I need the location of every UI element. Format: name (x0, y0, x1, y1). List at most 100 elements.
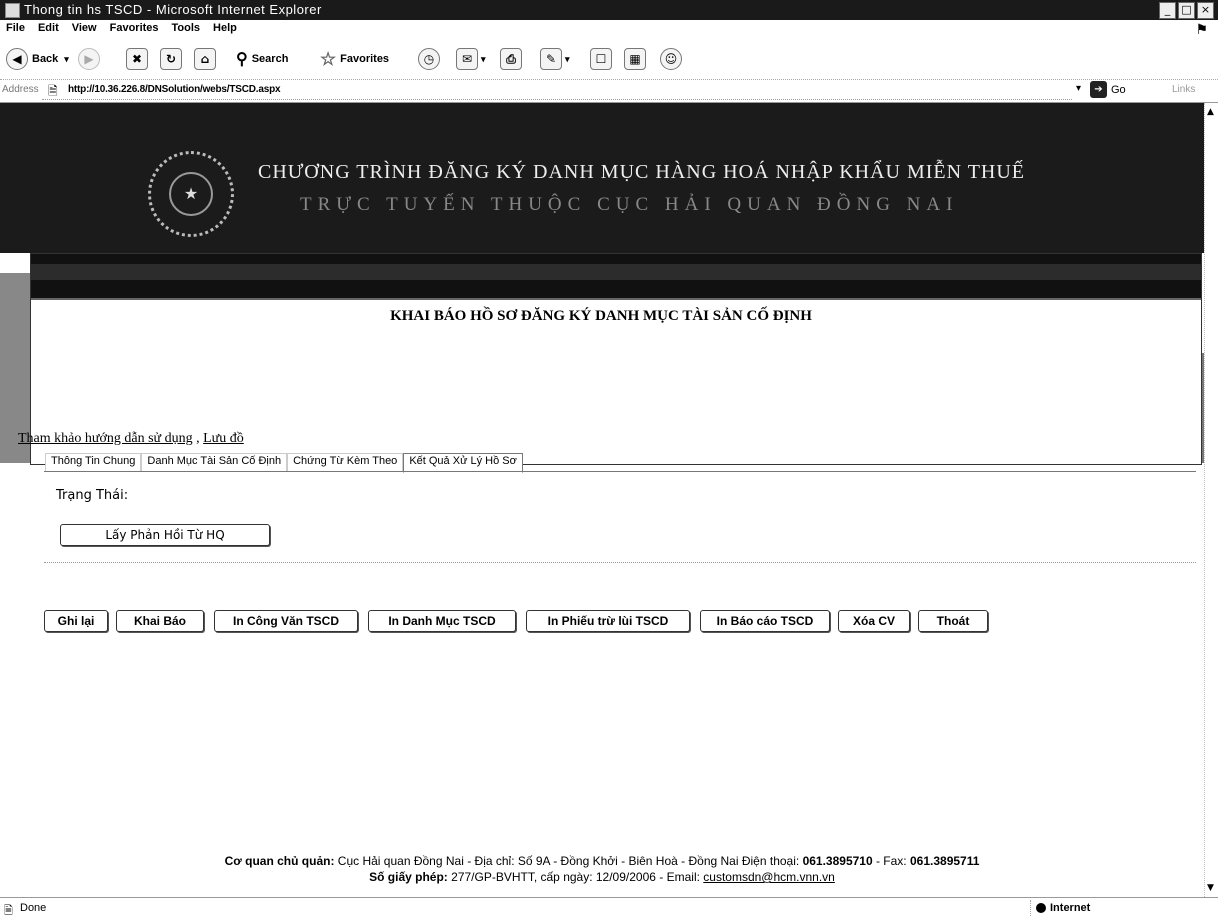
search-button[interactable]: ⚲ Search (236, 47, 288, 71)
address-url: http://10.36.226.8/DNSolution/webs/TSCD.… (68, 84, 281, 95)
globe-icon (1036, 903, 1046, 913)
messenger-icon: ☺ (660, 48, 682, 70)
print-letter-button[interactable]: In Công Văn TSCD (214, 610, 358, 632)
declare-button[interactable]: Khai Báo (116, 610, 204, 632)
header-banner: ★ CHƯƠNG TRÌNH ĐĂNG KÝ DANH MỤC HÀNG HOÁ… (0, 103, 1204, 253)
menu-file[interactable]: File (0, 20, 32, 39)
footer-fax-label: - Fax: (872, 854, 910, 868)
footer-line2: Số giấy phép: 277/GP-BVHTT, cấp ngày: 12… (0, 869, 1204, 885)
page-title: KHAI BÁO HỒ SƠ ĐĂNG KÝ DANH MỤC TÀI SẢN … (390, 308, 812, 324)
menu-view[interactable]: View (66, 20, 104, 39)
refresh-button[interactable]: ↻ (160, 47, 182, 71)
address-bar: Address 🗎 http://10.36.226.8/DNSolution/… (0, 80, 1218, 103)
zone-label: Internet (1050, 902, 1091, 914)
close-button[interactable]: × (1197, 2, 1214, 19)
tab-strip: Thông Tin Chung Danh Mục Tài Sản Cố Định… (45, 453, 523, 473)
help-links: Tham khảo hướng dẫn sử dụng , Lưu đồ (18, 431, 244, 447)
customs-emblem-icon: ★ (148, 151, 234, 237)
print-report-button[interactable]: In Báo cáo TSCD (700, 610, 830, 632)
star-icon: ☆ (320, 48, 337, 69)
chevron-down-icon: ▾ (481, 53, 486, 64)
address-input[interactable]: 🗎 http://10.36.226.8/DNSolution/webs/TSC… (42, 81, 1072, 100)
favorites-button[interactable]: ☆ Favorites (320, 47, 389, 71)
window-title-bar: Thong tin hs TSCD - Microsoft Internet E… (0, 0, 1218, 20)
menu-tools[interactable]: Tools (166, 20, 208, 39)
back-label: Back (32, 53, 59, 65)
minimize-button[interactable]: _ (1159, 2, 1176, 19)
window-title: Thong tin hs TSCD - Microsoft Internet E… (24, 2, 322, 17)
history-icon: ◷ (418, 48, 440, 70)
status-text: Done (20, 902, 47, 914)
page-done-icon: 🗎 (4, 905, 13, 917)
user-guide-link[interactable]: Tham khảo hướng dẫn sử dụng (18, 431, 193, 446)
scroll-up-icon[interactable]: ▲ (1207, 107, 1214, 117)
menu-bar: File Edit View Favorites Tools Help ⚑ (0, 20, 1218, 39)
home-button[interactable]: ⌂ (194, 47, 216, 71)
forward-button[interactable]: ▶ (78, 47, 100, 71)
tab-general-info[interactable]: Thông Tin Chung (45, 453, 142, 472)
research-icon: ▦ (624, 48, 646, 70)
go-button[interactable]: ➔ Go (1090, 81, 1126, 98)
stop-button[interactable]: ✖ (126, 47, 148, 71)
footer-email-link[interactable]: customsdn@hcm.vnn.vn (703, 870, 835, 884)
vertical-scrollbar[interactable]: ▲ ▼ (1204, 103, 1218, 897)
toolbar: ◀ Back ▾ ▶ ✖ ↻ ⌂ ⚲ Search ☆ Favorites ◷ … (0, 39, 1218, 80)
menu-favorites[interactable]: Favorites (104, 20, 166, 39)
discuss-icon: ☐ (590, 48, 612, 70)
delete-button[interactable]: Xóa CV (838, 610, 910, 632)
windows-logo-icon: ⚑ (1195, 21, 1208, 37)
print-icon: ⎙ (500, 48, 522, 70)
fetch-response-button[interactable]: Lấy Phản Hồi Từ HQ (60, 524, 270, 546)
search-icon: ⚲ (236, 51, 248, 68)
save-button[interactable]: Ghi lại (44, 610, 108, 632)
mail-icon: ✉ (456, 48, 478, 70)
link-separator: , (192, 431, 204, 446)
flowchart-link[interactable]: Lưu đồ (203, 431, 244, 446)
search-label: Search (251, 53, 289, 65)
footer-license-label: Số giấy phép: (369, 870, 448, 884)
page-viewport: ★ CHƯƠNG TRÌNH ĐĂNG KÝ DANH MỤC HÀNG HOÁ… (0, 103, 1204, 897)
chevron-down-icon: ▾ (565, 53, 570, 64)
back-arrow-icon: ◀ (6, 48, 28, 70)
messenger-button[interactable]: ☺ (660, 47, 682, 71)
forward-arrow-icon: ▶ (78, 48, 100, 70)
print-button[interactable]: ⎙ (500, 47, 522, 71)
favorites-label: Favorites (340, 53, 390, 65)
edit-icon: ✎ (540, 48, 562, 70)
edit-button[interactable]: ✎ ▾ (540, 47, 570, 71)
tab-processing-result[interactable]: Kết Quả Xử Lý Hồ Sơ (403, 453, 523, 473)
refresh-icon: ↻ (160, 48, 182, 70)
status-bar: 🗎 Done Internet (0, 897, 1218, 919)
mail-button[interactable]: ✉ ▾ (456, 47, 486, 71)
ie-app-icon (5, 3, 20, 18)
footer-agency-label: Cơ quan chủ quản: (224, 854, 335, 868)
address-dropdown-icon[interactable]: ▾ (1076, 83, 1081, 94)
banner-title-line2: TRỰC TUYẾN THUỘC CỤC HẢI QUAN ĐỒNG NAI (300, 194, 959, 215)
print-list-button[interactable]: In Danh Mục TSCD (368, 610, 516, 632)
tab-asset-list[interactable]: Danh Mục Tài Sản Cố Định (141, 453, 288, 472)
security-zone: Internet (1036, 902, 1090, 914)
address-label: Address (2, 84, 39, 95)
research-button[interactable]: ▦ (624, 47, 646, 71)
back-button[interactable]: ◀ Back ▾ (6, 47, 69, 71)
footer-fax: 061.3895711 (909, 854, 980, 868)
stop-icon: ✖ (126, 48, 148, 70)
menu-help[interactable]: Help (207, 20, 244, 39)
print-deduct-button[interactable]: In Phiếu trừ lùi TSCD (526, 610, 690, 632)
exit-button[interactable]: Thoát (918, 610, 988, 632)
history-button[interactable]: ◷ (418, 47, 440, 71)
scroll-down-icon[interactable]: ▼ (1207, 883, 1214, 893)
footer-license-text: 277/GP-BVHTT, cấp ngày: 12/09/2006 - Ema… (447, 870, 704, 884)
footer-phone: 061.3895710 (802, 854, 873, 868)
links-button[interactable]: Links (1172, 84, 1195, 95)
tab-content: Trạng Thái: Lấy Phản Hồi Từ HQ (44, 471, 1196, 563)
maximize-button[interactable]: □ (1178, 2, 1195, 19)
menu-edit[interactable]: Edit (32, 20, 66, 39)
status-label: Trạng Thái: (56, 488, 129, 503)
go-label: Go (1111, 83, 1126, 96)
page-icon: 🗎 (48, 84, 58, 98)
discuss-button[interactable]: ☐ (590, 47, 612, 71)
panel-header-band (31, 254, 1201, 300)
go-arrow-icon: ➔ (1090, 81, 1107, 98)
tab-attachments[interactable]: Chứng Từ Kèm Theo (287, 453, 404, 472)
